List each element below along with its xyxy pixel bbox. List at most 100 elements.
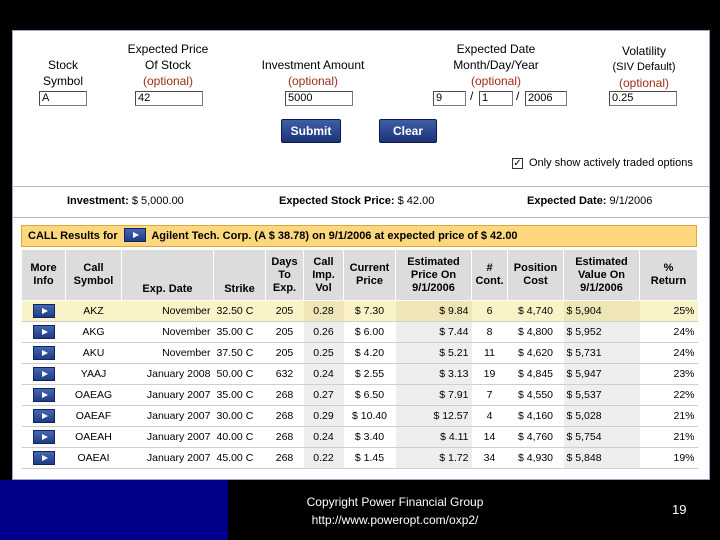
expected-day-input[interactable]: 1 bbox=[479, 91, 513, 106]
table-cell: November bbox=[121, 342, 214, 364]
table-cell: 0.24 bbox=[303, 363, 344, 385]
table-cell: 24% bbox=[639, 342, 698, 364]
volatility-optional: (optional) bbox=[618, 76, 670, 90]
copyright-text: Copyright Power Financial Group bbox=[306, 495, 484, 509]
more-info-cell bbox=[21, 384, 66, 406]
table-row: AKG November 35.00 C 205 0.26 $ 6.00 $ 7.44 8 $ … bbox=[21, 321, 698, 343]
active-only-checkbox[interactable]: ✓ bbox=[512, 158, 523, 169]
more-info-cell bbox=[21, 342, 66, 364]
header-more-info: More Info bbox=[21, 249, 66, 301]
results-banner-text: Agilent Tech. Corp. (A $ 38.78) on 9/1/2… bbox=[151, 230, 518, 242]
table-cell: AKU bbox=[65, 342, 122, 364]
play-icon[interactable] bbox=[123, 228, 146, 242]
slide-accent-stripe bbox=[0, 480, 228, 540]
table-cell: 24% bbox=[639, 321, 698, 343]
more-info-cell bbox=[21, 405, 66, 427]
stock-symbol-input[interactable]: A bbox=[39, 91, 87, 106]
investment-summary-label: Investment: bbox=[67, 195, 129, 207]
table-cell: 4 bbox=[471, 405, 508, 427]
clear-button[interactable]: Clear bbox=[379, 119, 437, 143]
header-call-symbol: Call Symbol bbox=[65, 249, 122, 301]
volatility-input[interactable]: 0.25 bbox=[609, 91, 677, 106]
table-row: OAEAF January 2007 30.00 C 268 0.29 $ 10.40 $ … bbox=[21, 405, 698, 427]
table-cell: 205 bbox=[265, 300, 304, 322]
more-info-play-icon[interactable] bbox=[32, 325, 55, 339]
expected-price-label: Expected Price Of Stock (optional) bbox=[123, 41, 213, 89]
header-exp-date: Exp. Date bbox=[121, 249, 214, 301]
expected-date-label-line1: Expected Date bbox=[456, 42, 536, 56]
expected-price-input[interactable]: 42 bbox=[135, 91, 203, 106]
table-row: AKZ November 32.50 C 205 0.28 $ 7.30 $ 9.84 6 $ … bbox=[21, 300, 698, 322]
table-cell: $ 4,550 bbox=[507, 384, 564, 406]
table-cell: 0.28 bbox=[303, 300, 344, 322]
header-days-to-exp: Days To Exp. bbox=[265, 249, 304, 301]
more-info-play-icon[interactable] bbox=[32, 409, 55, 423]
expected-month-input[interactable]: 9 bbox=[433, 91, 466, 106]
table-cell: 25% bbox=[639, 300, 698, 322]
calculator-panel: Stock Symbol A Expected Price Of Stock (… bbox=[12, 30, 710, 480]
table-cell: 37.50 C bbox=[213, 342, 266, 364]
table-cell: $ 4,740 bbox=[507, 300, 564, 322]
header-estimated-value: Estimated Value On 9/1/2006 bbox=[563, 249, 640, 301]
table-cell: $ 4,800 bbox=[507, 321, 564, 343]
table-cell: January 2007 bbox=[121, 405, 214, 427]
results-banner: CALL Results for Agilent Tech. Corp. (A … bbox=[21, 225, 697, 247]
table-cell: 268 bbox=[265, 447, 304, 469]
volatility-label-line1: Volatility bbox=[621, 44, 667, 58]
results-header-row: More Info Call Symbol Exp. Date Strike Day… bbox=[21, 249, 698, 301]
stock-symbol-label-line1: Stock bbox=[47, 58, 78, 72]
volatility-label-line2: (SIV Default) bbox=[612, 61, 676, 73]
more-info-play-icon[interactable] bbox=[32, 346, 55, 360]
more-info-play-icon[interactable] bbox=[32, 367, 55, 381]
header-call-imp-vol: Call Imp. Vol bbox=[303, 249, 344, 301]
more-info-play-icon[interactable] bbox=[32, 451, 55, 465]
header-strike: Strike bbox=[213, 249, 266, 301]
table-cell: $ 4,160 bbox=[507, 405, 564, 427]
table-cell: $ 6.50 bbox=[343, 384, 396, 406]
more-info-cell bbox=[21, 300, 66, 322]
table-cell: 21% bbox=[639, 405, 698, 427]
page-number: 19 bbox=[672, 502, 687, 517]
price-summary-value: $ 42.00 bbox=[397, 195, 435, 207]
table-cell: 35.00 C bbox=[213, 384, 266, 406]
stock-symbol-label-line2: Symbol bbox=[42, 74, 83, 88]
table-cell: $ 5,537 bbox=[563, 384, 640, 406]
header-position-cost: Position Cost bbox=[507, 249, 564, 301]
submit-button[interactable]: Submit bbox=[281, 119, 341, 143]
table-cell: 0.27 bbox=[303, 384, 344, 406]
table-cell: 7 bbox=[471, 384, 508, 406]
expected-price-label-line2: Of Stock bbox=[144, 58, 191, 72]
table-row: OAEAH January 2007 40.00 C 268 0.24 $ 3.40 $ 4… bbox=[21, 426, 698, 448]
table-cell: $ 1.72 bbox=[395, 447, 472, 469]
table-cell: $ 4,760 bbox=[507, 426, 564, 448]
table-cell: $ 5.21 bbox=[395, 342, 472, 364]
table-cell: November bbox=[121, 321, 214, 343]
table-cell: $ 9.84 bbox=[395, 300, 472, 322]
expected-price-optional: (optional) bbox=[142, 74, 194, 88]
table-cell: $ 7.30 bbox=[343, 300, 396, 322]
expected-year-input[interactable]: 2006 bbox=[525, 91, 567, 106]
summary-divider bbox=[13, 217, 709, 218]
table-cell: $ 2.55 bbox=[343, 363, 396, 385]
results-table: More Info Call Symbol Exp. Date Strike Day… bbox=[21, 249, 698, 469]
table-cell: 0.22 bbox=[303, 447, 344, 469]
table-row: AKU November 37.50 C 205 0.25 $ 4.20 $ 5.21 11 $… bbox=[21, 342, 698, 364]
table-row: OAEAG January 2007 35.00 C 268 0.27 $ 6.50 $ 7… bbox=[21, 384, 698, 406]
table-cell: 34 bbox=[471, 447, 508, 469]
footer-url[interactable]: http://www.poweropt.com/oxp2/ bbox=[250, 511, 540, 529]
table-cell: $ 7.91 bbox=[395, 384, 472, 406]
table-cell: $ 5,947 bbox=[563, 363, 640, 385]
more-info-cell bbox=[21, 363, 66, 385]
investment-amount-input[interactable]: 5000 bbox=[285, 91, 353, 106]
price-summary: Expected Stock Price: $ 42.00 bbox=[279, 195, 434, 207]
footer: Copyright Power Financial Group http://w… bbox=[250, 493, 540, 529]
date-separator-1: / bbox=[470, 89, 474, 103]
more-info-play-icon[interactable] bbox=[32, 304, 55, 318]
table-cell: $ 12.57 bbox=[395, 405, 472, 427]
table-cell: OAEAG bbox=[65, 384, 122, 406]
table-cell: $ 5,848 bbox=[563, 447, 640, 469]
table-cell: 8 bbox=[471, 321, 508, 343]
table-cell: $ 4,930 bbox=[507, 447, 564, 469]
more-info-play-icon[interactable] bbox=[32, 388, 55, 402]
more-info-play-icon[interactable] bbox=[32, 430, 55, 444]
